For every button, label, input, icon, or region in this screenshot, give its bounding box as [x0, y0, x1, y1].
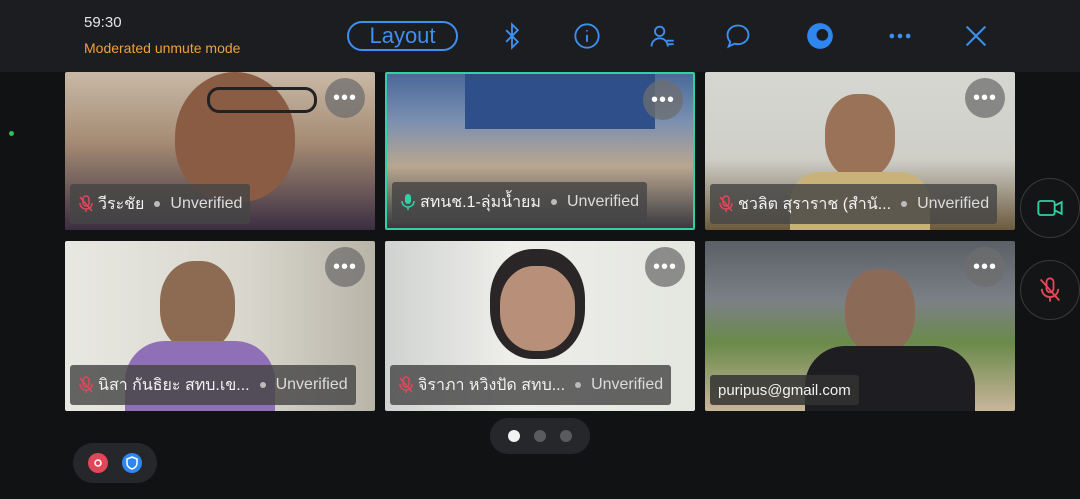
chat-icon[interactable]: [722, 20, 754, 52]
info-icon[interactable]: [571, 20, 603, 52]
mic-on-icon: [401, 194, 415, 210]
separator-dot: [154, 201, 161, 207]
participant-name-bar: สทนช.1-ลุ่มน้ำยม Unverified: [392, 182, 648, 222]
mic-toggle-button[interactable]: [1020, 260, 1080, 320]
page-indicator[interactable]: [490, 418, 590, 454]
separator-dot: [259, 382, 266, 388]
participant-name-bar: วีระชัย Unverified: [70, 184, 251, 224]
mic-muted-icon: [719, 195, 733, 212]
separator-dot: [575, 382, 582, 388]
participant-name: สทนช.1-ลุ่มน้ำยม: [420, 193, 541, 211]
participant-tile[interactable]: ••• ชวลิต สุราราช (สำนั... Unverified: [705, 72, 1015, 230]
participant-options-button[interactable]: •••: [325, 78, 365, 118]
participant-options-button[interactable]: •••: [965, 78, 1005, 118]
verification-status: Unverified: [170, 195, 243, 212]
participant-tile[interactable]: ••• นิสา กันธิยะ สทบ.เข... Unverified: [65, 241, 375, 411]
page-dot-3[interactable]: [560, 430, 572, 442]
participants-icon[interactable]: [646, 20, 678, 52]
verification-status: Unverified: [917, 195, 990, 212]
more-icon[interactable]: [884, 20, 916, 52]
app-logo-icon[interactable]: [804, 20, 836, 52]
close-icon[interactable]: [960, 20, 992, 52]
top-toolbar: 59:30 Moderated unmute mode Layout: [0, 0, 1080, 72]
verification-status: Unverified: [566, 193, 640, 210]
participant-name: นิสา กันธิยะ สทบ.เข...: [98, 376, 250, 394]
camera-toggle-button[interactable]: [1020, 178, 1080, 238]
participant-options-button[interactable]: •••: [643, 80, 683, 120]
participant-tile[interactable]: ••• วีระชัย Unverified: [65, 72, 375, 230]
bluetooth-icon[interactable]: [496, 20, 528, 52]
participant-name-bar: จิราภา หวิงปัด สทบ... Unverified: [390, 365, 672, 405]
unmute-mode-label: Moderated unmute mode: [84, 40, 241, 56]
video-camera-icon: [1037, 200, 1063, 216]
meeting-timer: 59:30: [84, 14, 122, 31]
mic-muted-icon: [399, 376, 413, 393]
participant-email-label: puripus@gmail.com: [710, 375, 859, 405]
participant-name: จิราภา หวิงปัด สทบ...: [418, 376, 566, 394]
participant-name: วีระชัย: [98, 195, 145, 213]
participant-options-button[interactable]: •••: [965, 247, 1005, 287]
record-icon: [88, 453, 108, 473]
separator-dot: [901, 201, 908, 207]
participant-tile-active[interactable]: ••• สทนช.1-ลุ่มน้ำยม Unverified: [385, 72, 695, 230]
mic-muted-icon: [1039, 277, 1061, 302]
layout-button[interactable]: Layout: [347, 21, 458, 51]
status-dot: [9, 131, 14, 136]
participant-options-button[interactable]: •••: [325, 247, 365, 287]
participant-options-button[interactable]: •••: [645, 247, 685, 287]
verification-status: Unverified: [275, 376, 348, 393]
mic-muted-icon: [79, 376, 93, 393]
page-dot-1[interactable]: [508, 430, 520, 442]
separator-dot: [550, 199, 557, 205]
shield-icon: [122, 453, 142, 473]
participant-name-bar: ชวลิต สุราราช (สำนั... Unverified: [710, 184, 998, 224]
mic-muted-icon: [79, 195, 93, 212]
participant-name-bar: นิสา กันธิยะ สทบ.เข... Unverified: [70, 365, 356, 405]
recording-security-indicator[interactable]: [73, 443, 157, 483]
participant-tile[interactable]: ••• จิราภา หวิงปัด สทบ... Unverified: [385, 241, 695, 411]
participant-name: ชวลิต สุราราช (สำนั...: [738, 195, 892, 213]
verification-status: Unverified: [591, 376, 664, 393]
page-dot-2[interactable]: [534, 430, 546, 442]
participant-tile[interactable]: ••• puripus@gmail.com: [705, 241, 1015, 411]
